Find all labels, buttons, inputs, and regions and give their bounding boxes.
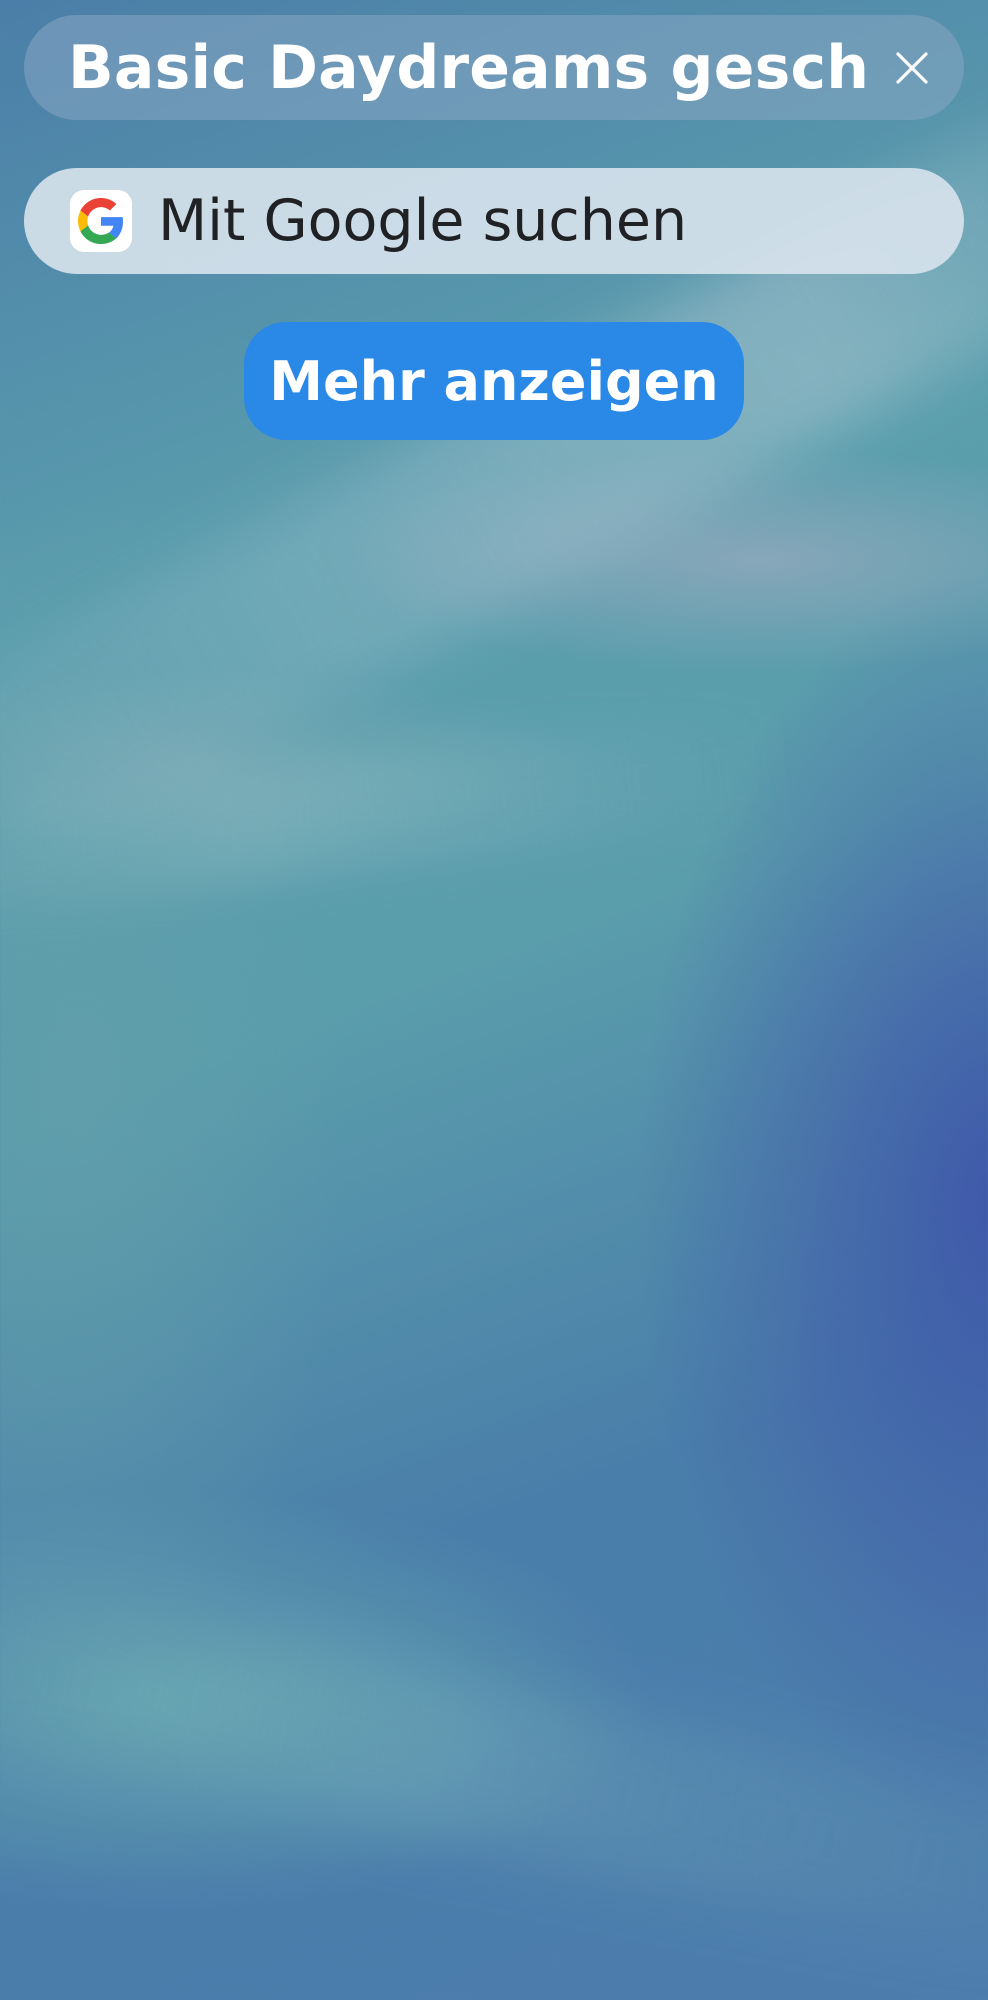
notification-text: Basic Daydreams geschloss <box>68 32 868 103</box>
google-search-bar[interactable]: Mit Google suchen <box>24 168 964 274</box>
notification-toast: Basic Daydreams geschloss <box>24 15 964 120</box>
search-placeholder: Mit Google suchen <box>158 188 688 254</box>
google-g-icon <box>70 190 132 252</box>
wallpaper-streak <box>0 1566 988 1994</box>
show-more-button[interactable]: Mehr anzeigen <box>244 322 744 440</box>
close-icon[interactable] <box>888 38 936 98</box>
wallpaper-streak <box>0 713 784 917</box>
